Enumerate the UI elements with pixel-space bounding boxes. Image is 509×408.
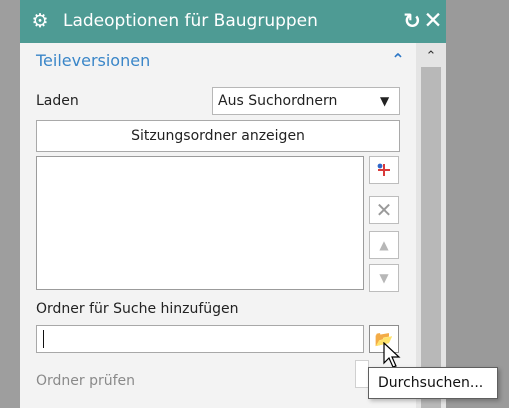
reset-icon[interactable]: ↻ [402,8,422,34]
load-label: Laden [36,93,79,109]
folder-input[interactable] [36,325,364,353]
show-session-folders-button[interactable]: Sitzungsordner anzeigen [36,120,400,152]
section-title-teileversionen: Teileversionen [36,51,151,70]
chevron-up-icon[interactable]: ⌃ [388,50,408,70]
folder-label: Ordner für Suche hinzufügen [36,301,239,317]
arrow-down-icon[interactable]: ▼ [369,264,399,292]
add-folder-icon[interactable] [369,156,399,184]
text-caret [43,330,44,348]
check-folders-label: Ordner prüfen [36,373,136,389]
background-right [446,0,509,408]
tooltip-text: Durchsuchen... [378,375,484,391]
close-icon[interactable]: ✕ [422,8,444,34]
scroll-thumb[interactable] [421,67,441,408]
mouse-pointer-icon [382,341,402,368]
chevron-down-icon[interactable]: ▼ [380,92,389,110]
gear-icon[interactable]: ⚙ [30,11,50,31]
delete-icon[interactable]: ✕ [369,196,399,224]
load-select-value: Aus Suchordnern [218,93,338,109]
scroll-up-icon[interactable]: ⌃ [416,48,446,66]
search-folders-list[interactable] [36,156,364,290]
check-folders-button[interactable] [355,360,369,388]
dialog-title: Ladeoptionen für Baugruppen [63,11,318,31]
arrow-up-icon[interactable]: ▲ [369,231,399,259]
